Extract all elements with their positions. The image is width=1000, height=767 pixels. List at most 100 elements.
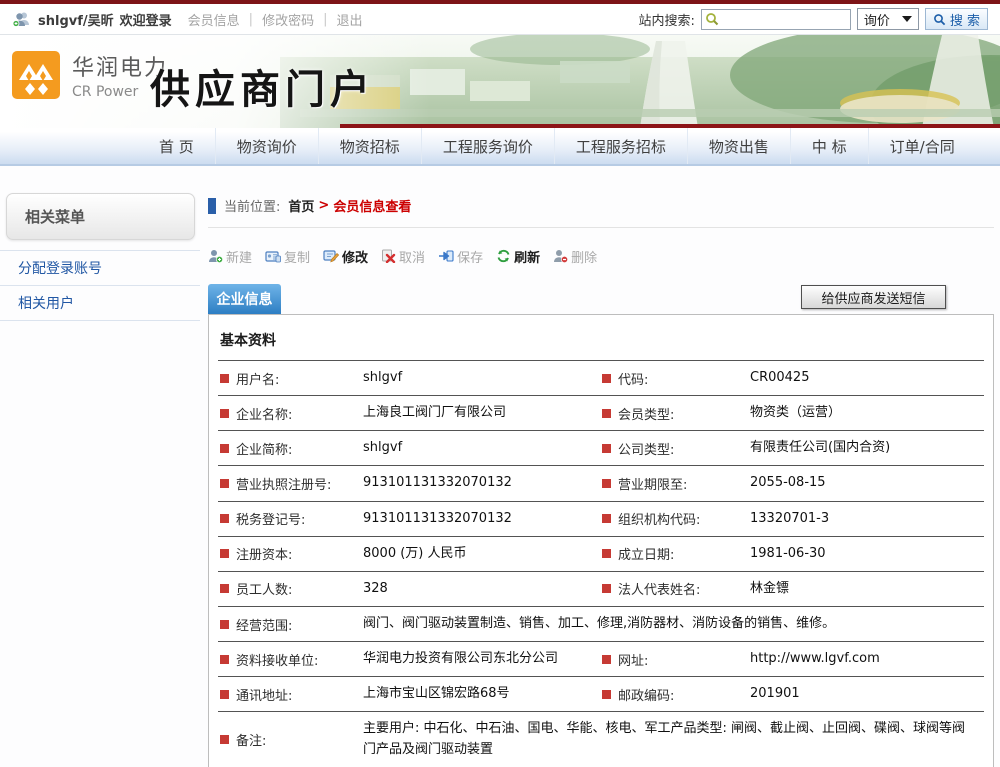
field-label: 法人代表姓名: (600, 572, 750, 605)
user-block: shlgvf/吴昕 欢迎登录 会员信息 | 修改密码 | 退出 (12, 10, 362, 29)
field-value: 8000 (万) 人民币 (363, 537, 600, 571)
breadcrumb-current: 会员信息查看 (333, 196, 411, 215)
toolbar-button-4[interactable]: 保存 (438, 247, 483, 266)
page-body: 相关菜单 分配登录账号相关用户 当前位置: 首页 > 会员信息查看 新建 复制修改… (0, 166, 1000, 767)
sidebar-title: 相关菜单 (25, 206, 85, 227)
field-label-text: 会员类型: (618, 404, 674, 423)
red-bullet-icon (602, 479, 611, 488)
nav-item-5[interactable]: 物资出售 (687, 128, 790, 164)
field-label: 邮政编码: (600, 678, 750, 711)
toolbar-button-2[interactable]: 修改 (323, 247, 368, 266)
toolbar-button-6[interactable]: 删除 (553, 247, 597, 266)
toolbar-button-label: 保存 (457, 247, 483, 266)
field-label: 备注: (218, 723, 363, 756)
sidebar-item-1[interactable]: 相关用户 (0, 286, 200, 321)
member-info-link[interactable]: 会员信息 (188, 10, 240, 29)
search-category-dropdown[interactable]: 询价 (857, 8, 919, 30)
field-label-text: 企业名称: (236, 404, 292, 423)
table-row: 营业执照注册号: 913101131332070132 营业期限至: 2055-08-… (218, 466, 984, 501)
breadcrumb-separator: > (318, 198, 329, 213)
table-row: 通讯地址:上海市宝山区锦宏路68号邮政编码:201901 (218, 677, 984, 712)
field-value: 上海良工阀门厂有限公司 (363, 396, 600, 430)
red-bullet-icon (220, 655, 229, 664)
table-row: 注册资本: 8000 (万) 人民币成立日期: 1981-06-30 (218, 537, 984, 572)
search-magnifier-icon (705, 12, 719, 30)
banner-red-line (340, 124, 1000, 128)
red-bullet-icon (220, 514, 229, 523)
nav-item-1[interactable]: 物资询价 (215, 128, 318, 164)
table-row: 经营范围:阀门、阀门驱动装置制造、销售、加工、修理,消防器材、消防设备的销售、维… (218, 607, 984, 642)
nav-item-3[interactable]: 工程服务询价 (421, 128, 554, 164)
search-input[interactable] (701, 9, 851, 30)
red-bullet-icon (220, 374, 229, 383)
field-label: 企业简称: (218, 432, 363, 465)
field-label-text: 用户名: (236, 369, 279, 388)
field-value: 华润电力投资有限公司东北分公司 (363, 642, 600, 676)
field-value: http://www.lgvf.com (750, 642, 984, 676)
field-value: 913101131332070132 (363, 466, 600, 500)
field-label: 会员类型: (600, 397, 750, 430)
nav-item-6[interactable]: 中 标 (790, 128, 868, 164)
field-label-text: 注册资本: (236, 544, 292, 563)
refresh-icon (496, 249, 511, 263)
breadcrumb: 当前位置: 首页 > 会员信息查看 (208, 196, 994, 228)
field-label-text: 员工人数: (236, 579, 292, 598)
red-bullet-icon (602, 655, 611, 664)
logged-in-user: shlgvf/吴昕 (38, 10, 114, 29)
nav-item-4[interactable]: 工程服务招标 (554, 128, 687, 164)
field-label-text: 营业期限至: (618, 474, 687, 493)
toolbar-button-label: 删除 (571, 247, 597, 266)
toolbar-button-0[interactable]: 新建 (208, 247, 252, 266)
red-bullet-icon (602, 409, 611, 418)
table-row: 资料接收单位:华润电力投资有限公司东北分公司网址:http://www.lgvf… (218, 642, 984, 677)
toolbar-button-label: 复制 (284, 247, 310, 266)
field-value: 1981-06-30 (750, 537, 984, 571)
toolbar-button-1[interactable]: 复制 (265, 247, 310, 266)
divider: | (249, 12, 253, 27)
edit-icon (323, 249, 339, 263)
field-value: 上海市宝山区锦宏路68号 (363, 677, 600, 711)
field-label: 资料接收单位: (218, 643, 363, 676)
sidebar: 相关菜单 分配登录账号相关用户 (0, 166, 200, 767)
save-icon (438, 249, 454, 263)
field-label: 企业名称: (218, 397, 363, 430)
search-button[interactable]: 搜 索 (925, 8, 988, 30)
field-label: 组织机构代码: (600, 502, 750, 535)
field-label: 成立日期: (600, 537, 750, 570)
field-label-text: 通讯地址: (236, 685, 292, 704)
nav-item-2[interactable]: 物资招标 (318, 128, 421, 164)
field-value: 2055-08-15 (750, 466, 984, 500)
field-value: 主要用户: 中石化、中石油、国电、华能、核电、军工产品类型: 闸阀、截止阀、止回… (363, 712, 984, 766)
field-label-text: 邮政编码: (618, 685, 674, 704)
tab-company-info[interactable]: 企业信息 (208, 284, 281, 314)
breadcrumb-marker-icon (208, 198, 216, 214)
field-value: shlgvf (363, 431, 600, 465)
field-label-text: 成立日期: (618, 544, 674, 563)
nav-item-0[interactable]: 首 页 (138, 128, 215, 164)
field-label-text: 经营范围: (236, 615, 292, 634)
toolbar-button-3[interactable]: 取消 (381, 247, 425, 266)
send-sms-button[interactable]: 给供应商发送短信 (801, 285, 946, 309)
red-bullet-icon (602, 514, 611, 523)
breadcrumb-home-link[interactable]: 首页 (288, 196, 314, 215)
toolbar-button-label: 新建 (226, 247, 252, 266)
field-label-text: 营业执照注册号: (236, 474, 331, 493)
table-row: 员工人数:328法人代表姓名:林金镖 (218, 572, 984, 607)
toolbar-button-5[interactable]: 刷新 (496, 247, 540, 266)
table-row: 备注:主要用户: 中石化、中石油、国电、华能、核电、军工产品类型: 闸阀、截止阀… (218, 712, 984, 767)
field-value: 913101131332070132 (363, 502, 600, 536)
site-search: 站内搜索: 询价 搜 索 (638, 8, 988, 30)
logo-area: 华润电力 CR Power (10, 49, 168, 101)
sidebar-menu: 分配登录账号相关用户 (0, 250, 200, 321)
top-links: 会员信息 | 修改密码 | 退出 (188, 10, 363, 29)
field-label: 网址: (600, 643, 750, 676)
change-password-link[interactable]: 修改密码 (262, 10, 314, 29)
table-row: 企业简称:shlgvf公司类型:有限责任公司(国内合资) (218, 431, 984, 466)
nav-item-7[interactable]: 订单/合同 (868, 128, 976, 164)
company-info-panel: 基本资料 用户名:shlgvf代码:CR00425企业名称:上海良工阀门厂有限公… (208, 314, 994, 767)
logout-link[interactable]: 退出 (336, 10, 362, 29)
field-label: 注册资本: (218, 537, 363, 570)
sidebar-item-0[interactable]: 分配登录账号 (0, 251, 200, 286)
breadcrumb-label: 当前位置: (224, 196, 280, 215)
red-bullet-icon (220, 549, 229, 558)
